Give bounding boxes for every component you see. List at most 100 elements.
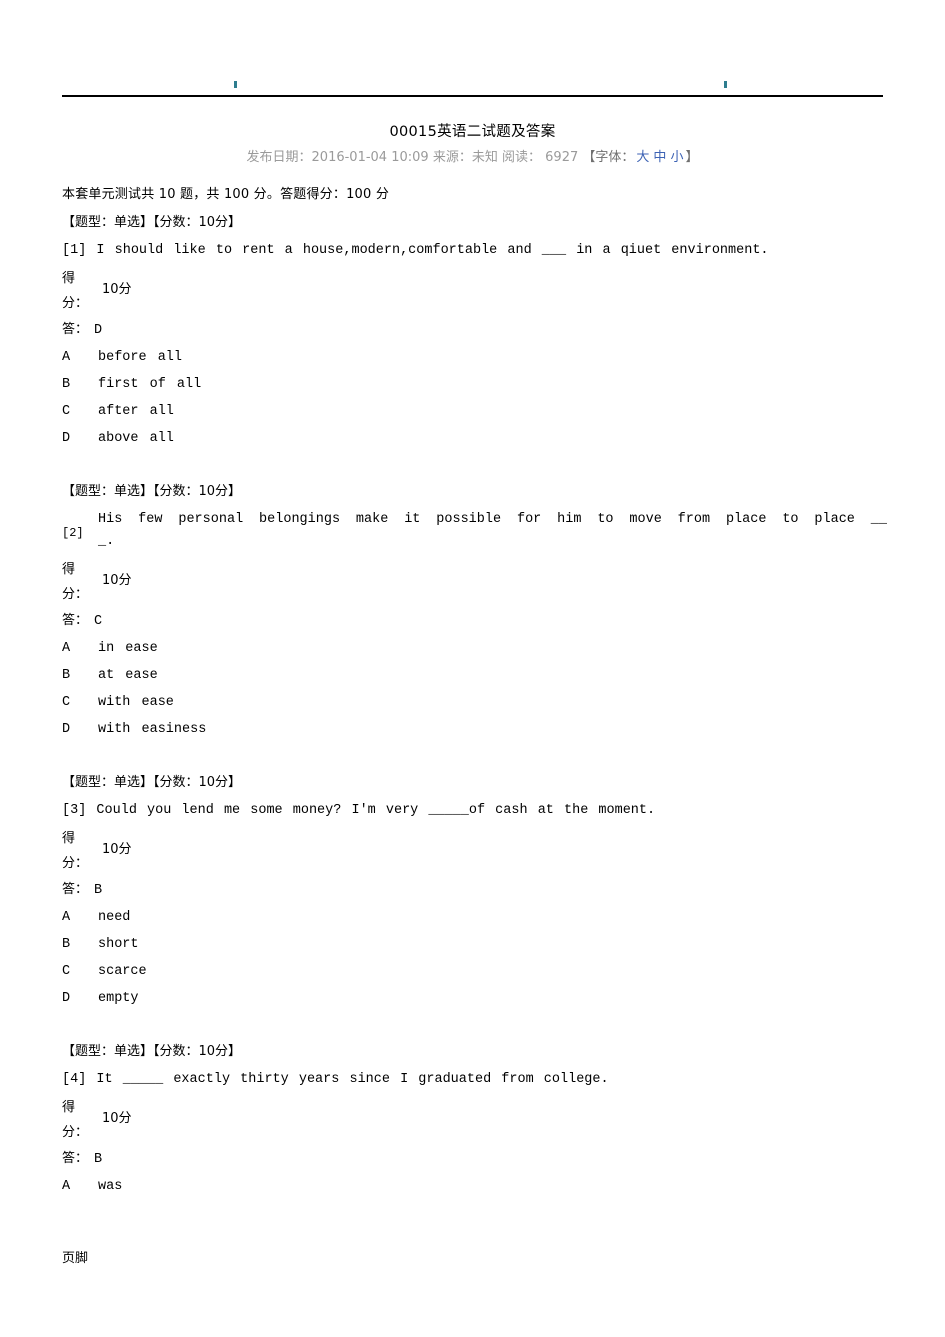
option-row[interactable]: Bfirst of all xyxy=(62,371,887,398)
answer-value: B xyxy=(94,1152,103,1167)
option-row[interactable]: Aneed xyxy=(62,904,887,931)
reads-label: 阅读： xyxy=(502,150,542,165)
score-value: 10分 xyxy=(102,573,132,588)
score-label-top: 得 xyxy=(62,1100,76,1115)
score-label: 得 分： xyxy=(62,1095,89,1145)
question-index: [3] xyxy=(62,803,87,818)
score-block: 得 分： 10分 xyxy=(62,826,887,876)
header-tick-right-icon xyxy=(724,81,727,88)
option-text: need xyxy=(98,910,131,925)
question-block: 【题型：单选】【分数：10分】 [3] Could you lend me so… xyxy=(62,771,887,1040)
option-key: B xyxy=(62,668,71,683)
header-tick-left-icon xyxy=(234,81,237,88)
option-row[interactable]: Cafter all xyxy=(62,398,887,425)
option-text: with easiness xyxy=(98,722,207,737)
option-key: C xyxy=(62,695,71,710)
option-text: short xyxy=(98,937,139,952)
question-text: Could you lend me some money? I'm very _… xyxy=(96,803,656,818)
option-row[interactable]: Ain ease xyxy=(62,635,887,662)
option-text: was xyxy=(98,1179,123,1194)
score-label: 得 分： xyxy=(62,266,88,316)
option-row[interactable]: Cwith ease xyxy=(62,689,887,716)
publish-date-value: 2016-01-04 10:09 xyxy=(311,150,429,165)
answer-line: 答： B xyxy=(62,1147,887,1167)
score-label-top: 得 xyxy=(62,271,76,286)
option-key: C xyxy=(62,964,71,979)
option-row[interactable]: Dwith easiness xyxy=(62,716,887,743)
option-text: scarce xyxy=(98,964,147,979)
score-label-top: 得 xyxy=(62,831,76,846)
reads-value: 6927 xyxy=(545,150,579,165)
question-spacer xyxy=(62,1012,887,1040)
page-header-marks xyxy=(62,78,882,96)
question-type-line: 【题型：单选】【分数：10分】 xyxy=(62,1044,242,1059)
document-meta: 发布日期：2016-01-04 10:09 来源：未知 阅读： 6927 【字体… xyxy=(0,146,945,165)
question-text-continued: _. xyxy=(98,534,115,549)
page-footer: 页脚 xyxy=(62,1251,89,1266)
source-label: 来源： xyxy=(432,150,472,165)
score-value: 10分 xyxy=(102,282,132,297)
question-block: 【题型：单选】【分数：10分】 [2] His few personal bel… xyxy=(62,480,887,771)
font-size-bracket-close: 】 xyxy=(685,150,699,165)
score-label: 得 分： xyxy=(62,557,89,607)
question-stem: [2] His few personal belongings make it … xyxy=(62,509,887,553)
document-body: 本套单元测试共 10 题，共 100 分。答题得分：100 分 【题型：单选】【… xyxy=(62,183,887,1200)
score-label: 得 分： xyxy=(62,826,89,876)
question-stem: [1] I should like to rent a house,modern… xyxy=(62,240,887,262)
option-key: B xyxy=(62,377,71,392)
option-text: after all xyxy=(98,404,174,419)
font-size-small-link[interactable]: 小 xyxy=(670,150,683,165)
option-text: with ease xyxy=(98,695,174,710)
question-stem: [4] It _____ exactly thirty years since … xyxy=(62,1069,887,1091)
option-key: D xyxy=(62,991,71,1006)
question-type-line: 【题型：单选】【分数：10分】 xyxy=(62,775,242,790)
option-row[interactable]: Cscarce xyxy=(62,958,887,985)
document-page: 00015英语二试题及答案 发布日期：2016-01-04 10:09 来源：未… xyxy=(0,0,945,1337)
option-row[interactable]: Awas xyxy=(62,1173,887,1200)
answer-label: 答： xyxy=(62,613,89,628)
question-index: [2] xyxy=(62,526,84,540)
option-row[interactable]: Dabove all xyxy=(62,425,887,452)
option-text: before all xyxy=(98,350,183,365)
score-label-bottom: 分： xyxy=(62,856,89,871)
option-key: B xyxy=(62,937,71,952)
header-divider xyxy=(62,95,883,97)
option-key: D xyxy=(62,722,71,737)
score-label-bottom: 分： xyxy=(62,587,89,602)
question-text: His few personal belongings make it poss… xyxy=(98,512,887,527)
option-row[interactable]: Bat ease xyxy=(62,662,887,689)
option-key: D xyxy=(62,431,71,446)
publish-date-label: 发布日期： xyxy=(246,150,312,165)
question-spacer xyxy=(62,743,887,771)
answer-value: B xyxy=(94,883,103,898)
question-block: 【题型：单选】【分数：10分】 [1] I should like to ren… xyxy=(62,211,887,480)
test-summary: 本套单元测试共 10 题，共 100 分。答题得分：100 分 xyxy=(62,187,390,202)
option-text: first of all xyxy=(98,377,202,392)
option-text: in ease xyxy=(98,641,158,656)
answer-label: 答： xyxy=(62,322,89,337)
question-stem: [3] Could you lend me some money? I'm ve… xyxy=(62,800,887,822)
answer-label: 答： xyxy=(62,882,89,897)
score-block: 得 分： 10分 xyxy=(62,1095,887,1145)
page-title: 00015英语二试题及答案 xyxy=(389,124,556,140)
question-type-line: 【题型：单选】【分数：10分】 xyxy=(62,484,242,499)
option-row[interactable]: Dempty xyxy=(62,985,887,1012)
option-row[interactable]: Abefore all xyxy=(62,344,887,371)
option-text: at ease xyxy=(98,668,158,683)
score-label-bottom: 分： xyxy=(62,1125,89,1140)
option-row[interactable]: Bshort xyxy=(62,931,887,958)
option-key: A xyxy=(62,350,71,365)
option-key: C xyxy=(62,404,71,419)
score-value: 10分 xyxy=(102,1111,132,1126)
answer-value: C xyxy=(94,614,103,629)
source-value: 未知 xyxy=(471,150,498,165)
question-index: [4] xyxy=(62,1072,87,1087)
option-key: A xyxy=(62,910,71,925)
score-block: 得 分： 10分 xyxy=(62,266,887,316)
answer-line: 答： C xyxy=(62,609,887,629)
font-size-medium-link[interactable]: 中 xyxy=(653,150,666,165)
font-size-large-link[interactable]: 大 xyxy=(636,150,649,165)
question-text: It _____ exactly thirty years since I gr… xyxy=(96,1072,609,1087)
question-text: I should like to rent a house,modern,com… xyxy=(96,243,769,258)
font-size-bracket-open: 【字体： xyxy=(582,150,635,165)
